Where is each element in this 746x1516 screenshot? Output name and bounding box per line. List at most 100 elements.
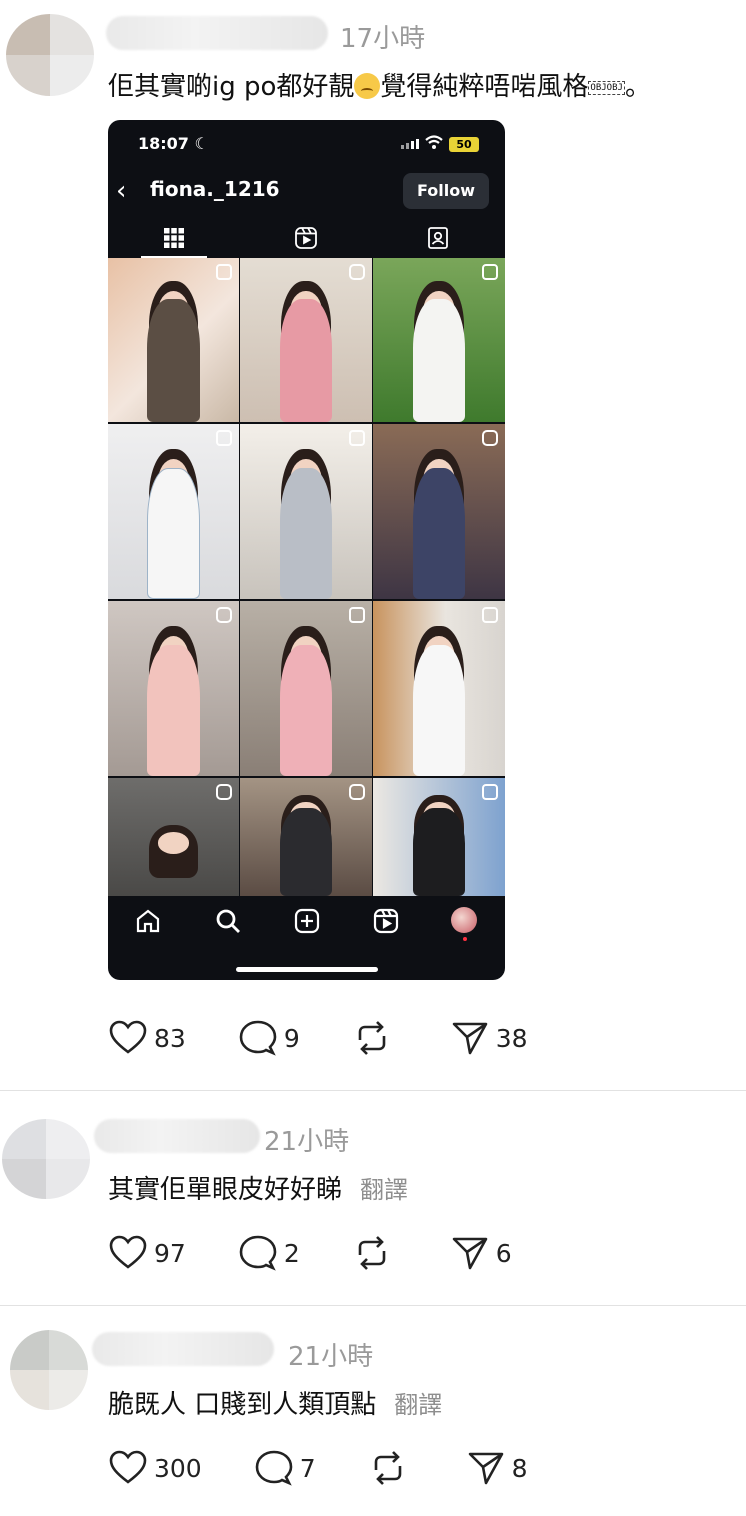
like-button[interactable]: 83: [108, 1018, 186, 1058]
post-text: 脆既人 口賤到人類頂點 翻譯: [108, 1384, 442, 1421]
reply-button[interactable]: 2: [238, 1233, 300, 1273]
reply-count: 2: [283, 1238, 300, 1268]
create-icon: [294, 908, 320, 934]
grid-post[interactable]: [240, 258, 372, 422]
send-icon: [452, 1022, 488, 1055]
grid-post[interactable]: [108, 424, 239, 599]
home-indicator: [236, 967, 378, 972]
carousel-icon: [216, 264, 232, 280]
grid-post[interactable]: [108, 258, 239, 422]
like-count: 83: [154, 1023, 186, 1053]
repost-icon: [374, 1451, 401, 1485]
profile-avatar[interactable]: [451, 907, 477, 933]
nav-home[interactable]: [134, 907, 162, 935]
repost-button[interactable]: [352, 1018, 398, 1058]
post-text-part1: 佢其實啲ig po都好靚: [108, 72, 355, 102]
reply-button[interactable]: 9: [238, 1018, 300, 1058]
post-text-content: 其實佢單眼皮好好睇: [108, 1175, 343, 1205]
send-icon: [468, 1452, 503, 1485]
grid-post[interactable]: [240, 601, 372, 776]
avatar[interactable]: [2, 1119, 90, 1199]
post-actions: 300 7 8: [108, 1448, 580, 1488]
carousel-icon: [349, 607, 365, 623]
repost-button[interactable]: [368, 1448, 414, 1488]
bottom-nav: [108, 895, 505, 947]
translate-link[interactable]: 翻譯: [394, 1391, 442, 1419]
tab-grid[interactable]: [108, 220, 240, 258]
post-actions: 97 2 6: [108, 1233, 564, 1273]
carousel-icon: [216, 430, 232, 446]
share-count: 38: [495, 1023, 528, 1053]
carousel-icon: [482, 607, 498, 623]
signal-icon: [401, 139, 419, 149]
profile-username: fiona._1216: [150, 177, 280, 201]
share-count: 6: [495, 1238, 512, 1268]
back-arrow-icon[interactable]: ‹: [116, 176, 126, 206]
grid-post[interactable]: [373, 258, 505, 422]
post-text: 其實佢單眼皮好好睇 翻譯: [108, 1169, 408, 1206]
comment-icon: [255, 1450, 293, 1486]
nav-reels[interactable]: [372, 907, 400, 935]
grid-icon: [164, 228, 184, 248]
nav-search[interactable]: [214, 907, 242, 935]
attached-image[interactable]: 18:07 ☾ 50 ‹ fiona._1216 Follow: [108, 120, 505, 980]
profile-tabs: [108, 220, 505, 258]
grid-post[interactable]: [373, 778, 505, 896]
grid-post[interactable]: [373, 424, 505, 599]
reply-count: 9: [283, 1023, 300, 1053]
grid-post[interactable]: [108, 778, 239, 896]
post-text-content: 脆既人 口賤到人類頂點: [108, 1390, 377, 1420]
carousel-icon: [482, 264, 498, 280]
like-button[interactable]: 300: [108, 1448, 202, 1488]
like-button[interactable]: 97: [108, 1233, 186, 1273]
share-button[interactable]: 8: [466, 1448, 528, 1488]
post-text-part2: 覺得純粹唔啱風格: [380, 72, 589, 102]
tab-reels[interactable]: [240, 220, 372, 256]
avatar[interactable]: [6, 14, 94, 96]
reply-count: 7: [299, 1453, 316, 1483]
username-blurred[interactable]: [106, 16, 328, 50]
tab-tagged[interactable]: [372, 220, 504, 256]
comment-icon: [239, 1235, 277, 1271]
like-count: 300: [154, 1453, 202, 1483]
comment-icon: [239, 1020, 277, 1056]
post-text-end: 。: [624, 72, 651, 102]
avatar[interactable]: [10, 1330, 88, 1410]
grid-post[interactable]: [240, 778, 372, 896]
reply-button[interactable]: 7: [254, 1448, 316, 1488]
reels-icon: [349, 784, 365, 800]
grid-post[interactable]: [108, 601, 239, 776]
post-text: 佢其實啲ig po都好靚 覺得純粹唔啱風格 OBJOBJ。: [108, 66, 651, 103]
send-icon: [452, 1237, 488, 1270]
post-3: 21小時 脆既人 口賤到人類頂點 翻譯 300 7 8: [0, 1306, 746, 1516]
search-icon: [216, 909, 240, 933]
reels-icon: [373, 908, 399, 934]
wifi-icon: [425, 135, 443, 149]
reels-icon: [482, 430, 498, 446]
nav-create[interactable]: [293, 907, 321, 935]
follow-button[interactable]: Follow: [403, 173, 489, 209]
like-count: 97: [154, 1238, 186, 1268]
post-time: 17小時: [340, 24, 426, 54]
reels-icon: [216, 607, 232, 623]
post-2: 21小時 其實佢單眼皮好好睇 翻譯 97 2 6: [0, 1091, 746, 1305]
share-button[interactable]: 38: [450, 1018, 528, 1058]
heart-icon: [109, 1450, 147, 1484]
heart-icon: [109, 1020, 147, 1054]
reels-icon: [295, 227, 317, 249]
heart-icon: [109, 1235, 147, 1269]
repost-button[interactable]: [352, 1233, 398, 1273]
grid-post[interactable]: [240, 424, 372, 599]
post-time: 21小時: [288, 1342, 374, 1372]
grid-post[interactable]: [373, 601, 505, 776]
photo-grid: [108, 258, 505, 896]
reels-icon: [216, 784, 232, 800]
username-blurred[interactable]: [94, 1119, 260, 1153]
share-button[interactable]: 6: [450, 1233, 512, 1273]
translate-link[interactable]: 翻譯: [360, 1176, 408, 1204]
home-icon: [136, 909, 160, 933]
username-blurred[interactable]: [92, 1332, 274, 1366]
profile-header: ‹ fiona._1216 Follow: [108, 172, 505, 212]
post-1: 17小時 佢其實啲ig po都好靚 覺得純粹唔啱風格 OBJOBJ。 18:07 ☾…: [0, 0, 746, 1090]
status-time: 18:07 ☾: [138, 134, 209, 153]
